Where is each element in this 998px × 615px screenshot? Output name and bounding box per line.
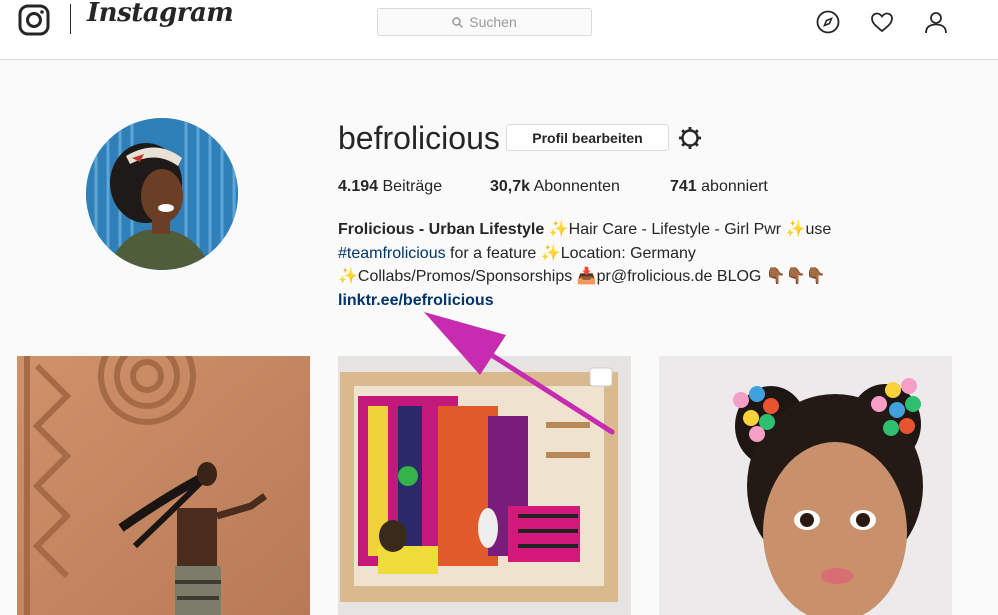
search-icon bbox=[452, 16, 464, 28]
sparkles-emoji: ✨ bbox=[785, 221, 806, 238]
top-nav-bar: Instagram Suchen bbox=[0, 0, 998, 60]
following-count: 741 bbox=[670, 178, 697, 195]
bio-text: use bbox=[805, 221, 832, 238]
post-thumbnail[interactable] bbox=[338, 356, 631, 615]
bio-text: Collabs/Promos/Sponsorships bbox=[357, 268, 577, 285]
bio-line-3: ✨Collabs/Promos/Sponsorships 📥pr@frolici… bbox=[338, 265, 898, 289]
profile-bio: Frolicious - Urban Lifestyle ✨Hair Care … bbox=[338, 218, 898, 312]
bio-text: Location: Germany bbox=[560, 244, 696, 262]
bio-display-name: Frolicious - Urban Lifestyle bbox=[338, 221, 545, 238]
posts-stat: 4.194 Beiträge bbox=[338, 178, 442, 196]
inbox-tray-emoji: 📥 bbox=[576, 268, 597, 285]
compass-icon[interactable] bbox=[816, 10, 840, 34]
heart-icon[interactable] bbox=[870, 10, 894, 34]
bio-line-4: linktr.ee/befrolicious bbox=[338, 289, 898, 313]
bio-line-2: #teamfrolicious for a feature ✨Location:… bbox=[338, 242, 898, 266]
post-thumbnail[interactable] bbox=[659, 356, 952, 615]
user-icon[interactable] bbox=[924, 10, 948, 34]
instagram-wordmark[interactable]: Instagram bbox=[87, 0, 234, 28]
post-thumbnail[interactable] bbox=[17, 356, 310, 615]
followers-label: Abonnenten bbox=[533, 178, 620, 195]
bio-text: pr@frolicious.de BLOG bbox=[596, 268, 766, 285]
instagram-logo-icon[interactable] bbox=[18, 4, 50, 36]
bio-text: Hair Care - Lifestyle - Girl Pwr bbox=[568, 221, 786, 238]
profile-username: befrolicious bbox=[338, 120, 500, 156]
following-label: abonniert bbox=[701, 178, 768, 195]
search-placeholder: Suchen bbox=[469, 14, 517, 30]
posts-count: 4.194 bbox=[338, 178, 379, 195]
profile-avatar[interactable] bbox=[86, 118, 238, 270]
logo-divider bbox=[70, 4, 71, 34]
bio-hashtag-link[interactable]: #teamfrolicious bbox=[338, 245, 446, 262]
bio-line-1: Frolicious - Urban Lifestyle ✨Hair Care … bbox=[338, 218, 898, 242]
following-stat[interactable]: 741 abonniert bbox=[670, 178, 768, 196]
bio-website-link[interactable]: linktr.ee/befrolicious bbox=[338, 292, 494, 309]
posts-label: Beiträge bbox=[382, 178, 443, 195]
sparkles-emoji: ✨ bbox=[540, 244, 561, 262]
search-input[interactable]: Suchen bbox=[377, 8, 592, 36]
edit-profile-button[interactable]: Profil bearbeiten bbox=[506, 124, 669, 151]
settings-gear-icon[interactable] bbox=[678, 126, 702, 150]
sparkles-emoji: ✨ bbox=[338, 268, 358, 285]
bio-text: for a feature bbox=[445, 244, 541, 262]
followers-stat[interactable]: 30,7k Abonnenten bbox=[490, 178, 620, 196]
pointing-down-emoji: 👇🏾👇🏾👇🏾 bbox=[765, 268, 826, 285]
sparkles-emoji: ✨ bbox=[548, 221, 569, 238]
followers-count: 30,7k bbox=[490, 178, 531, 195]
